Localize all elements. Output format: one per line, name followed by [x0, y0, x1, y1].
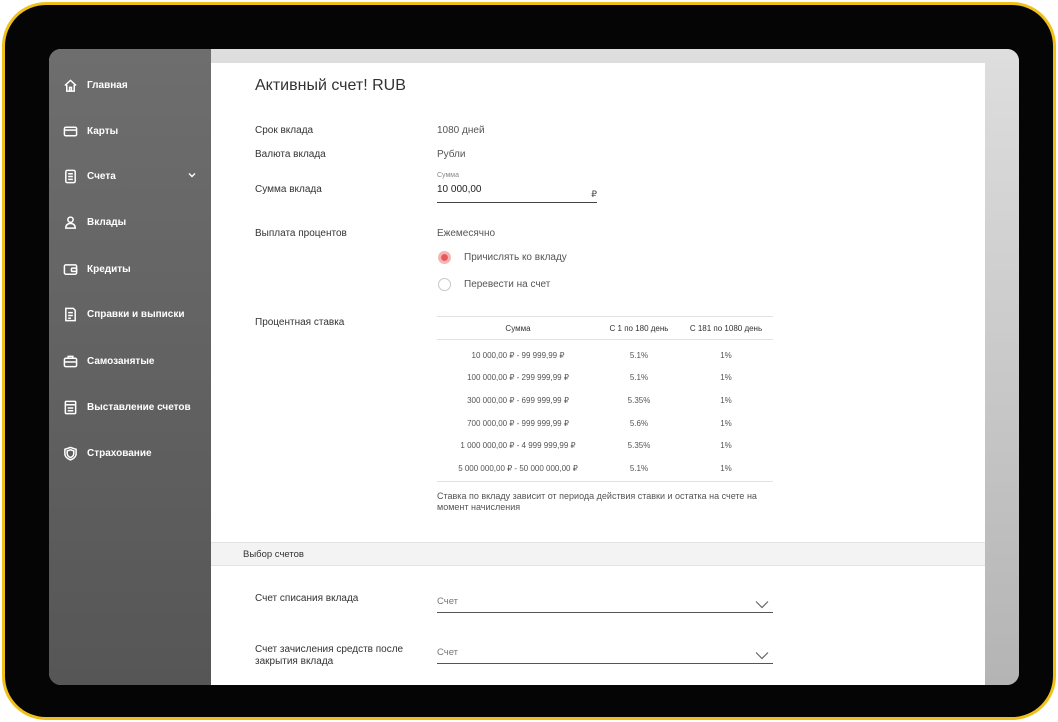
- chevron-down-icon[interactable]: [187, 170, 197, 183]
- card-icon: [61, 122, 79, 140]
- amount-input-value[interactable]: 10 000,00: [437, 184, 482, 195]
- table-cell: 1%: [720, 418, 732, 428]
- table-cell: 5.35%: [627, 441, 651, 451]
- rate-table-body: 10 000,00 ₽ - 99 999,99 ₽ 5.1% 1% 100 00…: [437, 340, 773, 482]
- section-header-accounts: Выбор счетов: [211, 542, 985, 566]
- sidebar-item-label: Кредиты: [87, 263, 131, 275]
- shield-icon: [61, 444, 79, 462]
- sidebar-item-cards[interactable]: Карты: [61, 119, 203, 143]
- home-icon: [61, 76, 79, 94]
- rate-note: Ставка по вкладу зависит от периода дейс…: [437, 491, 757, 512]
- table-cell: 5.1%: [629, 463, 649, 473]
- table-cell: 5.6%: [629, 418, 649, 428]
- sidebar-item-label: Главная: [87, 79, 128, 91]
- table-cell: 10 000,00 ₽ - 99 999,99 ₽: [471, 350, 565, 360]
- document-icon: [61, 167, 79, 185]
- sidebar-item-invoicing[interactable]: Выставление счетов: [61, 395, 203, 419]
- payout-label: Выплата процентов: [255, 228, 347, 239]
- sidebar-item-label: Самозанятые: [87, 355, 155, 367]
- table-cell: 1%: [720, 350, 732, 360]
- select-placeholder: Счет: [437, 647, 459, 658]
- table-cell: 100 000,00 ₽ - 299 999,99 ₽: [467, 373, 569, 383]
- sidebar-item-self-employed[interactable]: Самозанятые: [61, 349, 203, 373]
- table-cell: 1%: [720, 373, 732, 383]
- table-cell: 5.1%: [629, 350, 649, 360]
- select-placeholder: Счет: [437, 596, 459, 607]
- table-cell: 1 000 000,00 ₽ - 4 999 999,99 ₽: [460, 441, 576, 451]
- ruble-sign: ₽: [591, 189, 597, 199]
- user-icon: [61, 213, 79, 231]
- credit-account-select[interactable]: Счет: [437, 640, 773, 664]
- debit-account-label: Счет списания вклада: [255, 593, 359, 604]
- table-row: 5 000 000,00 ₽ - 50 000 000,00 ₽ 5.1% 1%: [437, 457, 773, 480]
- table-cell: 700 000,00 ₽ - 999 999,99 ₽: [467, 418, 569, 428]
- invoice-icon: [61, 398, 79, 416]
- sidebar: Главная Карты Счета Вклады Кредиты Справ…: [49, 49, 211, 685]
- table-cell: 5.35%: [627, 395, 651, 405]
- table-row: 300 000,00 ₽ - 699 999,99 ₽ 5.35% 1%: [437, 389, 773, 412]
- table-cell: 5 000 000,00 ₽ - 50 000 000,00 ₽: [458, 463, 578, 473]
- header-period-2: С 181 по 1080 день: [689, 323, 763, 333]
- app-screen: Главная Карты Счета Вклады Кредиты Справ…: [49, 49, 1019, 685]
- device-bezel: Главная Карты Счета Вклады Кредиты Справ…: [5, 5, 1053, 717]
- radio-capitalize[interactable]: Причислять ко вкладу: [438, 251, 567, 264]
- briefcase-icon: [61, 352, 79, 370]
- sidebar-item-insurance[interactable]: Страхование: [61, 441, 203, 465]
- rate-table: Сумма С 1 по 180 день С 181 по 1080 день…: [437, 316, 773, 482]
- currency-label: Валюта вклада: [255, 149, 326, 160]
- rate-table-header: Сумма С 1 по 180 день С 181 по 1080 день: [437, 316, 773, 340]
- sidebar-item-label: Карты: [87, 125, 119, 137]
- table-cell: 5.1%: [629, 373, 649, 383]
- sidebar-item-deposits[interactable]: Вклады: [61, 210, 203, 234]
- header-period-1: С 1 по 180 день: [609, 323, 669, 333]
- credit-account-label: Счет зачисления средств после закрытия в…: [255, 644, 404, 667]
- table-row: 100 000,00 ₽ - 299 999,99 ₽ 5.1% 1%: [437, 367, 773, 390]
- amount-input[interactable]: 10 000,00 ₽: [437, 181, 597, 203]
- table-cell: 1%: [720, 463, 732, 473]
- sidebar-item-label: Выставление счетов: [87, 401, 191, 413]
- radio-transfer-to-account[interactable]: Перевести на счет: [438, 278, 550, 291]
- radio-selected-indicator[interactable]: [438, 251, 451, 264]
- table-row: 1 000 000,00 ₽ - 4 999 999,99 ₽ 5.35% 1%: [437, 434, 773, 457]
- table-cell: 1%: [720, 441, 732, 451]
- table-cell: 1%: [720, 395, 732, 405]
- receipt-icon: [61, 305, 79, 323]
- rate-label: Процентная ставка: [255, 317, 345, 328]
- debit-account-select[interactable]: Счет: [437, 589, 773, 613]
- page-title: Активный счет! RUB: [255, 77, 406, 94]
- device-frame: Главная Карты Счета Вклады Кредиты Справ…: [2, 2, 1056, 720]
- radio-unselected-indicator[interactable]: [438, 278, 451, 291]
- payout-value: Ежемесячно: [437, 228, 496, 239]
- header-amount: Сумма: [505, 323, 531, 333]
- sidebar-item-accounts[interactable]: Счета: [61, 164, 203, 188]
- amount-label: Сумма вклада: [255, 184, 322, 195]
- sidebar-item-label: Вклады: [87, 216, 127, 228]
- sidebar-item-label: Страхование: [87, 447, 152, 459]
- table-row: 700 000,00 ₽ - 999 999,99 ₽ 5.6% 1%: [437, 412, 773, 435]
- deposit-form-panel: Активный счет! RUB Срок вклада 1080 дней…: [211, 63, 985, 685]
- radio-label: Перевести на счет: [464, 279, 551, 290]
- sidebar-item-label: Счета: [87, 170, 116, 182]
- table-row: 10 000,00 ₽ - 99 999,99 ₽ 5.1% 1%: [437, 344, 773, 367]
- sidebar-item-label: Справки и выписки: [87, 308, 185, 320]
- amount-caption: Сумма: [437, 172, 459, 179]
- sidebar-item-statements[interactable]: Справки и выписки: [61, 302, 203, 326]
- sidebar-item-credits[interactable]: Кредиты: [61, 257, 203, 281]
- wallet-icon: [61, 260, 79, 278]
- currency-value: Рубли: [437, 149, 466, 160]
- term-value: 1080 дней: [437, 125, 485, 136]
- radio-label: Причислять ко вкладу: [464, 252, 567, 263]
- section-title: Выбор счетов: [243, 549, 304, 560]
- sidebar-item-home[interactable]: Главная: [61, 73, 203, 97]
- term-label: Срок вклада: [255, 125, 314, 136]
- chevron-down-icon[interactable]: [755, 647, 769, 665]
- table-cell: 300 000,00 ₽ - 699 999,99 ₽: [467, 395, 569, 405]
- chevron-down-icon[interactable]: [755, 596, 769, 614]
